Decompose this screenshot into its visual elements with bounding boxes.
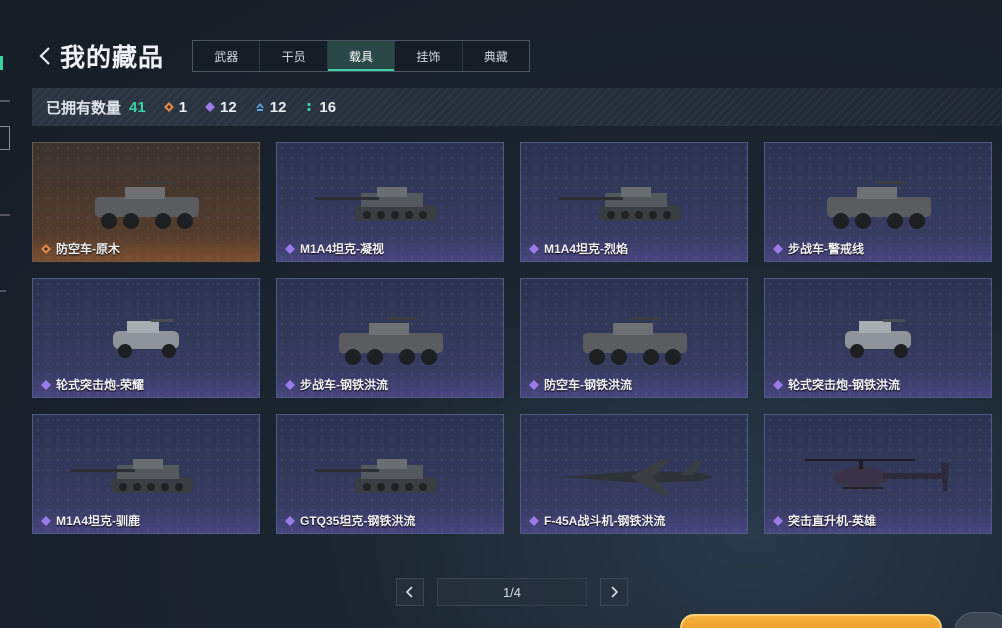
- purple-diamond-icon: [529, 379, 539, 390]
- secondary-round-button[interactable]: [954, 612, 1002, 628]
- rarity-green-count: 16: [304, 99, 336, 116]
- tab-vehicles[interactable]: 载具: [327, 41, 396, 71]
- tab-charms[interactable]: 挂饰: [395, 41, 463, 71]
- page-title: 我的藏品: [60, 44, 165, 72]
- vehicle-name: 轮式突击炮-荣耀: [56, 378, 144, 392]
- vehicle-name: 步战车-警戒线: [788, 242, 864, 256]
- card-label-row: M1A4坦克-驯鹿: [41, 512, 140, 529]
- category-tabs: 武器 干员 载具 挂饰 典藏: [192, 40, 530, 72]
- vehicle-card[interactable]: 轮式突击炮-钢铁洪流: [764, 278, 992, 398]
- orange-diamond-icon: [41, 243, 51, 254]
- vehicle-name: 步战车-钢铁洪流: [300, 378, 388, 392]
- purple-diamond-icon: [285, 243, 295, 254]
- card-label-row: 防空车-原木: [41, 240, 120, 257]
- chevron-left-icon: [39, 47, 50, 65]
- card-label-row: 防空车-钢铁洪流: [529, 376, 632, 393]
- back-button[interactable]: [34, 39, 56, 73]
- left-rail: [0, 0, 14, 628]
- rail-indicator: [0, 56, 3, 70]
- vehicle-card[interactable]: M1A4坦克-驯鹿: [32, 414, 260, 534]
- orange-diamond-icon: [163, 102, 174, 112]
- purple-diamond-icon: [529, 243, 539, 254]
- purple-diamond-icon: [529, 515, 539, 526]
- vehicle-name: M1A4坦克-驯鹿: [56, 514, 141, 528]
- card-label-row: M1A4坦克-凝视: [285, 240, 384, 257]
- vehicle-card[interactable]: 轮式突击炮-荣耀: [32, 278, 260, 398]
- vehicle-card[interactable]: M1A4坦克-烈焰: [520, 142, 748, 262]
- rarity-blue-count: 12: [255, 99, 286, 116]
- vehicle-card[interactable]: 突击直升机-英雄: [764, 414, 992, 534]
- blue-chevron-icon: [255, 103, 264, 111]
- card-label-row: M1A4坦克-烈焰: [529, 240, 628, 257]
- vehicle-name: 突击直升机-英雄: [788, 514, 876, 528]
- purple-diamond-icon: [205, 102, 216, 112]
- vehicle-card[interactable]: M1A4坦克-凝视: [276, 142, 504, 262]
- owned-count-total: 41: [129, 98, 146, 116]
- card-label-row: 步战车-警戒线: [773, 240, 864, 257]
- vehicle-name: 防空车-钢铁洪流: [544, 378, 632, 392]
- rarity-purple-count: 12: [205, 99, 237, 116]
- purple-diamond-icon: [41, 379, 51, 390]
- purple-diamond-icon: [41, 515, 51, 526]
- rail-chevron-up-icon[interactable]: [0, 290, 6, 292]
- page-indicator: 1/4: [437, 578, 587, 606]
- purple-diamond-icon: [773, 379, 783, 390]
- chevron-right-icon: [611, 586, 619, 598]
- purple-diamond-icon: [285, 379, 295, 390]
- card-label-row: 步战车-钢铁洪流: [285, 376, 388, 393]
- ownership-stats-bar: 已拥有数量 41 1 12 12 16: [32, 88, 1002, 126]
- purple-diamond-icon: [773, 243, 783, 254]
- tab-collection[interactable]: 典藏: [463, 41, 529, 71]
- vehicle-card[interactable]: 步战车-钢铁洪流: [276, 278, 504, 398]
- green-dots-icon: [307, 102, 312, 112]
- prev-page-button[interactable]: [396, 578, 424, 606]
- card-label-row: 突击直升机-英雄: [773, 512, 876, 529]
- header: 我的藏品: [34, 38, 164, 74]
- vehicle-grid: 防空车-原木 M1A4坦克-凝视 M1A4坦克-烈焰 步战车-警戒线轮式突击炮-荣耀 步…: [32, 142, 992, 534]
- vehicle-name: M1A4坦克-凝视: [300, 242, 385, 256]
- rail-divider: [0, 100, 10, 102]
- vehicle-card[interactable]: F-45A战斗机-钢铁洪流: [520, 414, 748, 534]
- tab-operators[interactable]: 干员: [260, 41, 328, 71]
- purple-diamond-icon: [773, 515, 783, 526]
- vehicle-card[interactable]: 防空车-原木: [32, 142, 260, 262]
- card-label-row: GTQ35坦克-钢铁洪流: [285, 512, 415, 529]
- rarity-orange-count: 1: [163, 99, 187, 116]
- vehicle-card[interactable]: 步战车-警戒线: [764, 142, 992, 262]
- vehicle-name: GTQ35坦克-钢铁洪流: [300, 514, 416, 528]
- rail-tab[interactable]: [0, 126, 10, 150]
- vehicle-name: 轮式突击炮-钢铁洪流: [788, 378, 900, 392]
- vehicle-name: F-45A战斗机-钢铁洪流: [544, 514, 666, 528]
- vehicle-name: 防空车-原木: [56, 242, 120, 256]
- card-label-row: 轮式突击炮-钢铁洪流: [773, 376, 900, 393]
- vehicle-card[interactable]: 防空车-钢铁洪流: [520, 278, 748, 398]
- vehicle-card[interactable]: GTQ35坦克-钢铁洪流: [276, 414, 504, 534]
- chevron-left-icon: [405, 586, 413, 598]
- owned-count-label: 已拥有数量: [46, 99, 122, 117]
- tab-weapons[interactable]: 武器: [193, 41, 261, 71]
- purple-diamond-icon: [285, 515, 295, 526]
- rail-divider: [0, 214, 10, 216]
- primary-action-button[interactable]: [680, 614, 942, 628]
- pagination: 1/4: [396, 578, 628, 606]
- card-label-row: F-45A战斗机-钢铁洪流: [529, 512, 665, 529]
- next-page-button[interactable]: [600, 578, 628, 606]
- vehicle-name: M1A4坦克-烈焰: [544, 242, 629, 256]
- card-label-row: 轮式突击炮-荣耀: [41, 376, 144, 393]
